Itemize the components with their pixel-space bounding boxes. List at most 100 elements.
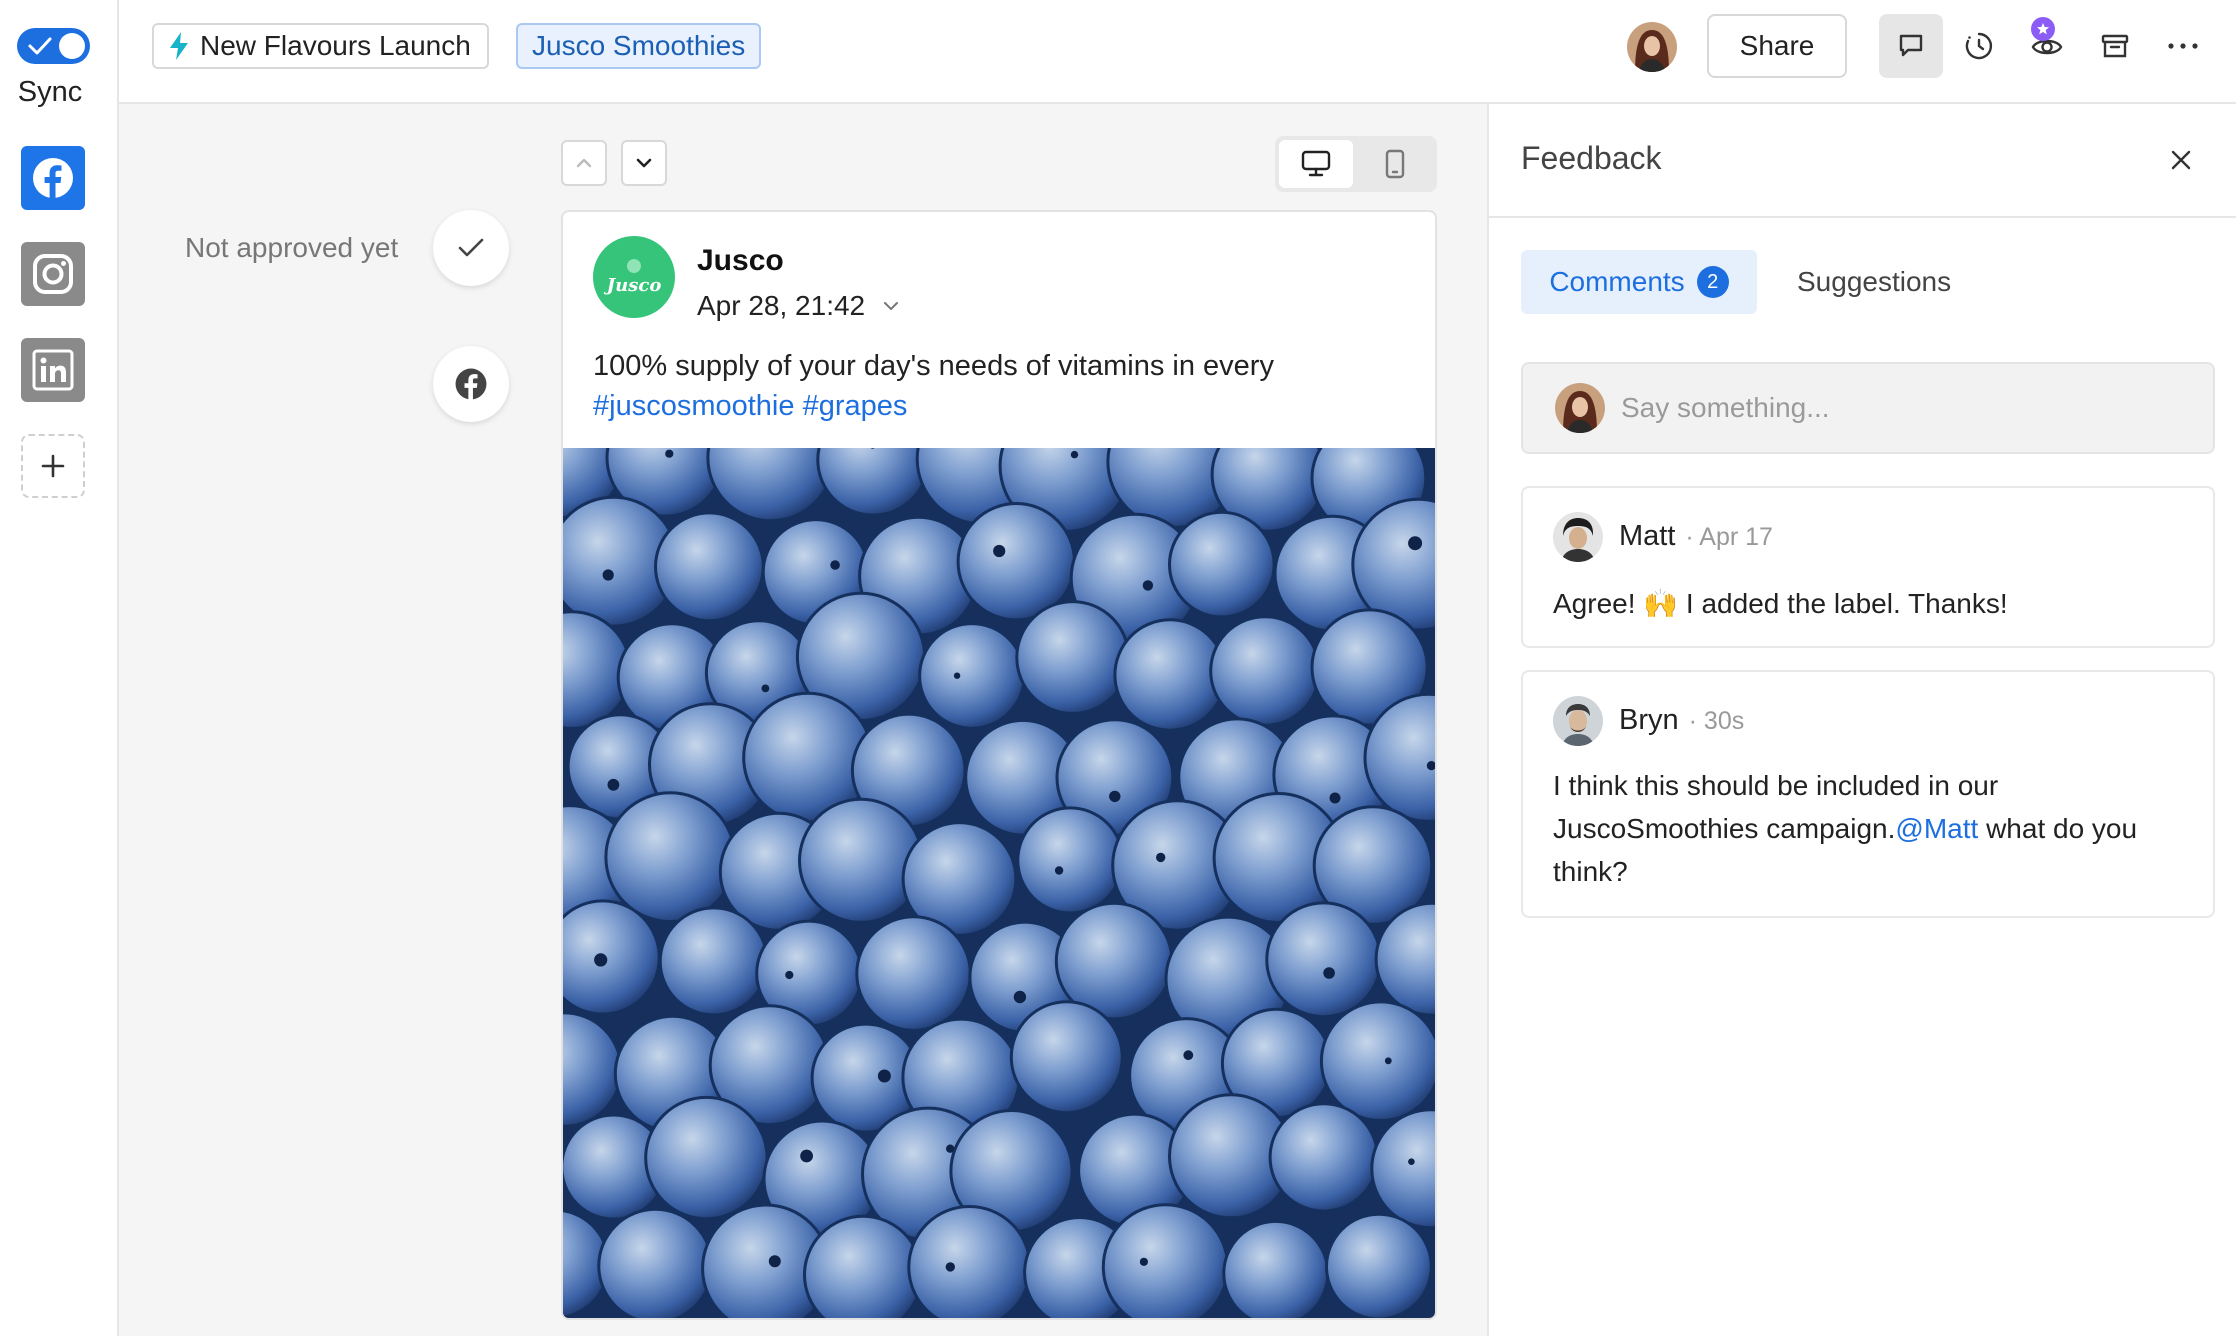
preview-device-toggle bbox=[1275, 136, 1437, 192]
archive-icon bbox=[2101, 34, 2129, 58]
comment-time: · 30s bbox=[1688, 707, 1745, 735]
berry-stem-mark bbox=[785, 970, 794, 980]
comment-item: Bryn · 30s I think this should be include… bbox=[1521, 670, 2215, 918]
more-icon bbox=[2168, 43, 2198, 49]
tab-suggestions[interactable]: Suggestions bbox=[1797, 266, 1951, 298]
network-rail: Sync bbox=[0, 0, 119, 1336]
lightning-icon bbox=[170, 32, 188, 60]
berry-stem-mark bbox=[1070, 450, 1079, 459]
berry-shape bbox=[918, 622, 1026, 730]
berry-shape bbox=[653, 511, 765, 623]
comment-input[interactable]: Say something... bbox=[1521, 362, 2215, 454]
comments-toggle-button[interactable] bbox=[1879, 14, 1943, 78]
comment-count-badge: 2 bbox=[1696, 266, 1729, 298]
post-date[interactable]: Apr 28, 21:42 bbox=[697, 290, 899, 322]
network-linkedin-button[interactable] bbox=[21, 338, 85, 402]
user-avatar[interactable] bbox=[1627, 22, 1677, 72]
post-card: Jusco Jusco Apr 28, 21:42 100% supply of… bbox=[561, 210, 1437, 1320]
comment-item: Matt · Apr 17 Agree! 🙌 I added the label.… bbox=[1521, 486, 2215, 648]
share-button[interactable]: Share bbox=[1707, 14, 1847, 78]
tab-comments-label: Comments bbox=[1549, 266, 1685, 297]
berry-shape bbox=[1168, 510, 1276, 619]
berry-shape bbox=[644, 1095, 769, 1221]
plus-icon bbox=[41, 454, 65, 478]
berry-stem-mark bbox=[1329, 792, 1341, 804]
previous-post-button[interactable] bbox=[561, 140, 607, 186]
berry-stem-mark bbox=[607, 778, 620, 791]
berry-stem-mark bbox=[1408, 536, 1423, 551]
monitor-icon bbox=[1301, 150, 1331, 177]
berry-stem-mark bbox=[1109, 790, 1121, 803]
brand-logo: Jusco bbox=[593, 236, 675, 318]
chevron-down-icon bbox=[884, 302, 899, 310]
berry-shape bbox=[1009, 1000, 1124, 1115]
history-icon bbox=[1965, 32, 1993, 60]
berry-stem-mark bbox=[602, 569, 614, 581]
berry-stem-mark bbox=[768, 1255, 781, 1268]
berry-stem-mark bbox=[1183, 1050, 1194, 1061]
feedback-panel: Feedback Comments 2 Suggestions Say some… bbox=[1487, 104, 2236, 1336]
post-body: 100% supply of your day's needs of vitam… bbox=[593, 350, 1274, 382]
comment-time: · Apr 17 bbox=[1685, 523, 1773, 551]
berry-shape bbox=[658, 906, 769, 1017]
approve-button[interactable] bbox=[433, 210, 509, 286]
berry-stem-mark bbox=[594, 953, 608, 967]
berry-stem-mark bbox=[1142, 580, 1154, 591]
history-button[interactable] bbox=[1947, 14, 2011, 78]
phone-icon bbox=[1385, 149, 1405, 179]
comment-body: I think this should be included in our J… bbox=[1553, 770, 2138, 887]
berry-shape bbox=[803, 1214, 923, 1318]
hashtag-link[interactable]: #juscosmoothie bbox=[593, 390, 795, 422]
berry-shape bbox=[798, 797, 924, 924]
berry-shape bbox=[1222, 1219, 1330, 1318]
comment-author: Matt · Apr 17 bbox=[1619, 520, 1773, 552]
berry-stem-mark bbox=[761, 684, 770, 693]
more-options-button[interactable] bbox=[2151, 14, 2215, 78]
avatar bbox=[1553, 512, 1603, 562]
facebook-icon bbox=[455, 368, 487, 400]
campaign-tag-label: New Flavours Launch bbox=[200, 30, 471, 61]
comment-input-placeholder: Say something... bbox=[1621, 392, 1830, 423]
berry-stem-mark bbox=[877, 1069, 891, 1083]
add-network-button[interactable] bbox=[21, 434, 85, 498]
comment-icon bbox=[1899, 34, 1923, 57]
berry-stem-mark bbox=[1408, 1158, 1415, 1165]
comment-body: Agree! 🙌 I added the label. Thanks! bbox=[1553, 588, 2008, 619]
berry-shape bbox=[1101, 1203, 1230, 1318]
approval-status: Not approved yet bbox=[185, 232, 399, 263]
campaign-tag[interactable]: New Flavours Launch bbox=[152, 23, 489, 69]
mention-link[interactable]: @Matt bbox=[1895, 813, 1978, 844]
brand-tag[interactable]: Jusco Smoothies bbox=[516, 23, 762, 69]
berry-shape bbox=[1209, 615, 1321, 727]
chevron-up-icon bbox=[576, 158, 592, 168]
berry-stem-mark bbox=[1156, 852, 1166, 863]
next-post-button[interactable] bbox=[621, 140, 667, 186]
berry-shape bbox=[1268, 1102, 1379, 1213]
berry-shape bbox=[1113, 618, 1227, 732]
network-facebook-button[interactable] bbox=[21, 146, 85, 210]
hashtag-link[interactable]: #grapes bbox=[803, 390, 908, 422]
linkedin-icon bbox=[32, 349, 74, 391]
berry-stem-mark bbox=[1054, 866, 1064, 875]
avatar bbox=[1555, 383, 1605, 433]
mobile-view-button[interactable] bbox=[1357, 140, 1433, 188]
network-instagram-button[interactable] bbox=[21, 242, 85, 306]
facebook-icon bbox=[33, 158, 73, 198]
berry-stem-mark bbox=[1139, 1257, 1148, 1266]
berry-shape bbox=[604, 791, 737, 924]
berry-stem-mark bbox=[1323, 967, 1335, 979]
facebook-preview-button[interactable] bbox=[433, 346, 509, 422]
archive-button[interactable] bbox=[2083, 14, 2147, 78]
close-panel-button[interactable] bbox=[2163, 142, 2199, 178]
tab-comments[interactable]: Comments 2 bbox=[1521, 250, 1757, 314]
panel-header: Feedback bbox=[1489, 104, 2236, 218]
berry-stem-mark bbox=[945, 1262, 955, 1272]
watch-button[interactable] bbox=[2015, 14, 2079, 78]
check-icon bbox=[28, 37, 52, 55]
berry-stem-mark bbox=[1384, 1057, 1392, 1065]
post-date-label: Apr 28, 21:42 bbox=[697, 290, 866, 321]
desktop-view-button[interactable] bbox=[1279, 140, 1353, 188]
sync-toggle[interactable] bbox=[17, 28, 90, 64]
brand-tag-label: Jusco Smoothies bbox=[532, 30, 746, 61]
berry-shape bbox=[855, 915, 972, 1032]
